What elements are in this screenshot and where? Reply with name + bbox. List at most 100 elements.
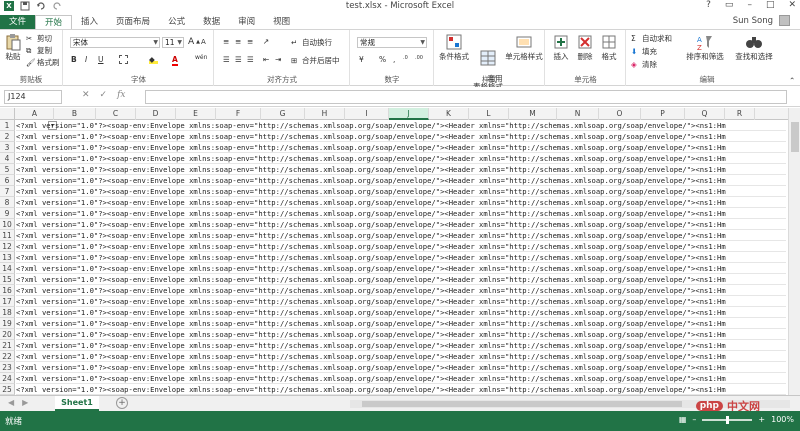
currency-button[interactable]: ¥	[359, 55, 368, 64]
number-format-select[interactable]: 常规 ▼	[357, 37, 427, 48]
cell-a[interactable]: <?xml version="1.0"?><soap-env:Envelope …	[16, 219, 786, 230]
zoom-out-button[interactable]: –	[692, 415, 696, 424]
cell-a[interactable]: <?xml version="1.0"?><soap-env:Envelope …	[16, 373, 786, 384]
zoom-slider-knob[interactable]	[726, 415, 730, 424]
cell-a[interactable]: <?xml version="1.0"?><soap-env:Envelope …	[16, 351, 786, 362]
copy-button[interactable]: ⧉ 复制	[26, 45, 52, 56]
outdent-button[interactable]: ⇥	[275, 55, 284, 64]
cell-a[interactable]: <?xml version="1.0"?><soap-env:Envelope …	[16, 340, 786, 351]
border-button[interactable]	[119, 55, 128, 64]
bold-button[interactable]: B	[71, 55, 77, 64]
merge-center-button[interactable]: ⊞ 合并后居中	[291, 55, 340, 66]
column-header[interactable]: K	[429, 108, 469, 120]
comma-button[interactable]: ,	[393, 55, 395, 64]
cell-a[interactable]: <?xml version="1.0"?><soap-env:Envelope …	[16, 384, 786, 395]
cell-a[interactable]: <?xml version="1.0"?><soap-env:Envelope …	[16, 164, 786, 175]
maximize-button[interactable]: □	[766, 0, 775, 10]
row-header[interactable]: 2	[0, 131, 15, 142]
row-header[interactable]: 25	[0, 384, 15, 395]
cell-a[interactable]: <?xml version="1.0"?><soap-env:Envelope …	[16, 285, 786, 296]
row-header[interactable]: 5	[0, 164, 15, 175]
row-header[interactable]: 11	[0, 230, 15, 241]
cell-a[interactable]: <?xml version="1.0"?><soap-env:Envelope …	[16, 241, 786, 252]
tab-review[interactable]: 审阅	[229, 15, 264, 29]
cell-a[interactable]: <?xml version="1.0"?><soap-env:Envelope …	[16, 197, 786, 208]
column-header[interactable]: N	[557, 108, 599, 120]
cell-a[interactable]: <?xml version="1.0"?><soap-env:Envelope …	[16, 175, 786, 186]
column-header[interactable]: H	[305, 108, 345, 120]
column-header[interactable]: L	[469, 108, 509, 120]
normal-view-icon[interactable]: ▦	[679, 415, 687, 424]
zoom-level[interactable]: 100%	[771, 415, 794, 424]
column-header[interactable]: C	[96, 108, 136, 120]
format-cells-button[interactable]: 格式	[598, 33, 620, 62]
row-header[interactable]: 10	[0, 219, 15, 230]
cell-a[interactable]: <?xml version="1.0"?><soap-env:Envelope …	[16, 362, 786, 373]
increase-decimal-button[interactable]: .0	[403, 55, 412, 64]
cell-a[interactable]: <?xml version="1.0"?><soap-env:Envelope …	[16, 142, 786, 153]
font-color-button[interactable]: A	[172, 55, 178, 66]
conditional-format-button[interactable]: 条件格式	[437, 33, 471, 62]
column-header[interactable]: O	[599, 108, 641, 120]
cell-a[interactable]: <?xml version="1.0"?><soap-env:Envelope …	[16, 120, 786, 131]
tab-page-layout[interactable]: 页面布局	[107, 15, 159, 29]
column-header[interactable]: Q	[685, 108, 725, 120]
column-header[interactable]: M	[509, 108, 557, 120]
align-top-button[interactable]: ≡	[223, 37, 232, 46]
row-header[interactable]: 4	[0, 153, 15, 164]
row-header[interactable]: 14	[0, 263, 15, 274]
align-left-button[interactable]: ☰	[223, 55, 232, 64]
autosum-button[interactable]: Σ 自动求和	[631, 33, 672, 44]
row-header[interactable]: 23	[0, 362, 15, 373]
cancel-icon[interactable]: ✕	[82, 90, 90, 100]
row-header[interactable]: 1	[0, 120, 15, 131]
row-header[interactable]: 8	[0, 197, 15, 208]
formula-input[interactable]	[145, 90, 787, 104]
paste-button[interactable]: 粘贴	[3, 33, 23, 62]
row-header[interactable]: 20	[0, 329, 15, 340]
zoom-in-button[interactable]: +	[758, 415, 765, 424]
row-header[interactable]: 12	[0, 241, 15, 252]
orientation-button[interactable]: ↗	[263, 37, 272, 46]
cell-a[interactable]: <?xml version="1.0"?><soap-env:Envelope …	[16, 329, 786, 340]
align-bottom-button[interactable]: ≡	[247, 37, 256, 46]
cell-a[interactable]: <?xml version="1.0"?><soap-env:Envelope …	[16, 131, 786, 142]
cell-a[interactable]: <?xml version="1.0"?><soap-env:Envelope …	[16, 153, 786, 164]
row-header[interactable]: 22	[0, 351, 15, 362]
fx-icon[interactable]: fx	[117, 90, 125, 100]
row-header[interactable]: 21	[0, 340, 15, 351]
column-header[interactable]: B	[54, 108, 96, 120]
fill-button[interactable]: ⬇ 填充	[631, 46, 657, 57]
font-name-select[interactable]: 宋体 ▼	[70, 37, 160, 48]
delete-cells-button[interactable]: 删除	[574, 33, 596, 62]
column-header[interactable]: D	[136, 108, 176, 120]
row-header[interactable]: 9	[0, 208, 15, 219]
insert-cells-button[interactable]: 插入	[550, 33, 572, 62]
percent-button[interactable]: %	[379, 55, 386, 64]
align-center-button[interactable]: ☰	[235, 55, 244, 64]
ribbon-display-button[interactable]: ▭	[725, 0, 734, 10]
column-header[interactable]: G	[261, 108, 305, 120]
row-header[interactable]: 15	[0, 274, 15, 285]
vertical-scrollbar[interactable]	[788, 108, 800, 395]
row-header[interactable]: 24	[0, 373, 15, 384]
cell-a[interactable]: <?xml version="1.0"?><soap-env:Envelope …	[16, 263, 786, 274]
column-header[interactable]: F	[216, 108, 261, 120]
cell-a[interactable]: <?xml version="1.0"?><soap-env:Envelope …	[16, 307, 786, 318]
scrollbar-thumb[interactable]	[791, 122, 799, 152]
cell-a[interactable]: <?xml version="1.0"?><soap-env:Envelope …	[16, 296, 786, 307]
sheet-tab-sheet1[interactable]: Sheet1	[55, 396, 99, 411]
fill-color-button[interactable]: ◆	[149, 55, 158, 64]
column-header[interactable]: I	[345, 108, 389, 120]
enter-icon[interactable]: ✓	[100, 90, 108, 100]
next-sheet-icon[interactable]: ▶	[22, 398, 28, 407]
select-all-corner[interactable]	[0, 108, 15, 120]
column-header[interactable]: P	[641, 108, 685, 120]
column-header[interactable]: J	[389, 108, 429, 120]
wrap-text-button[interactable]: ↵ 自动换行	[291, 37, 332, 48]
decrease-decimal-button[interactable]: .00	[415, 55, 424, 64]
spreadsheet-grid[interactable]: ABCDEFGHIJKLMNOPQR ▾ 1 <?xml version="1.0…	[0, 108, 800, 395]
minimize-button[interactable]: –	[747, 0, 752, 10]
indent-button[interactable]: ⇤	[263, 55, 272, 64]
sort-filter-button[interactable]: AZ 排序和筛选	[683, 33, 727, 62]
